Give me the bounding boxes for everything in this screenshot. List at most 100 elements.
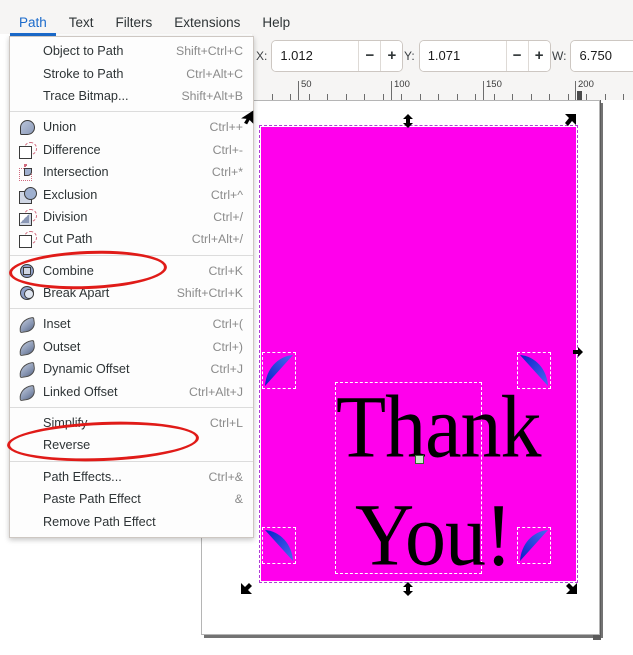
y-decrement-button[interactable]: − [505, 40, 528, 71]
x-decrement-button[interactable]: − [358, 40, 381, 71]
document-page: Thank You! [201, 100, 600, 635]
outset-icon [16, 337, 40, 357]
menu-item-stroke-to-path[interactable]: Stroke to Path Ctrl+Alt+C [10, 62, 253, 84]
intersection-icon [16, 162, 40, 182]
menu-item-label: Combine [43, 263, 94, 278]
menu-item-accel: Ctrl+L [209, 416, 243, 431]
menu-item-intersection[interactable]: Intersection Ctrl+* [10, 161, 253, 183]
inset-icon [16, 314, 40, 334]
menu-item-cut-path[interactable]: Cut Path Ctrl+Alt+/ [10, 228, 253, 250]
menu-item-label: Paste Path Effect [43, 492, 141, 507]
menu-item-accel: Ctrl+K [208, 263, 243, 278]
menu-item-label: Linked Offset [43, 384, 118, 399]
menu-item-simplify[interactable]: Simplify Ctrl+L [10, 412, 253, 434]
menu-item-accel: Ctrl+& [208, 469, 243, 484]
menu-item-accel: Ctrl+/ [213, 209, 243, 224]
ruler-major-tick [391, 81, 392, 100]
menu-item-combine[interactable]: Combine Ctrl+K [10, 260, 253, 282]
menu-item-label: Inset [43, 317, 71, 332]
menu-item-accel: Ctrl+J [210, 362, 243, 377]
menu-text[interactable]: Text [58, 14, 105, 31]
ruler-label: 50 [301, 79, 312, 90]
w-spinbox[interactable]: 6.750 [570, 39, 633, 72]
selection-toolbar: X: 1.012 − + Y: 1.071 − + W: 6.750 [252, 34, 633, 78]
menu-item-accel: Ctrl+Alt+/ [191, 232, 243, 247]
menu-item-label: Reverse [43, 438, 91, 453]
crescent-top-left[interactable] [264, 354, 294, 387]
y-increment-button[interactable]: + [527, 40, 550, 71]
exclusion-icon [16, 185, 40, 205]
crescent-bottom-left[interactable] [264, 529, 294, 562]
crescent-bottom-right-glyph [520, 530, 548, 561]
menu-item-accel: Ctrl+( [212, 317, 243, 332]
menu-item-accel: & [234, 492, 243, 507]
ruler-label: 200 [578, 79, 594, 90]
x-input[interactable]: 1.012 [272, 40, 359, 71]
menu-item-accel: Shift+Ctrl+K [176, 286, 243, 301]
menu-item-exclusion[interactable]: Exclusion Ctrl+^ [10, 183, 253, 205]
union-icon [16, 117, 40, 137]
menu-item-accel: Ctrl+* [211, 165, 243, 180]
path-dropdown-menu[interactable]: Object to Path Shift+Ctrl+C Stroke to Pa… [9, 36, 254, 538]
menu-item-accel: Ctrl++ [209, 120, 244, 135]
menu-item-label: Division [43, 209, 88, 224]
menu-item-reverse[interactable]: Reverse [10, 434, 253, 456]
menu-item-label: Dynamic Offset [43, 362, 130, 377]
x-increment-button[interactable]: + [380, 40, 403, 71]
text-thank[interactable]: Thank [336, 382, 541, 472]
menu-item-break-apart[interactable]: Break Apart Shift+Ctrl+K [10, 282, 253, 304]
w-label: W: [552, 48, 567, 63]
menu-separator-1 [10, 111, 253, 113]
menu-item-outset[interactable]: Outset Ctrl+) [10, 336, 253, 358]
x-field-group: X: 1.012 − + [256, 39, 404, 72]
menu-item-label: Union [43, 120, 77, 135]
horizontal-ruler[interactable]: 50 100 150 200 [252, 78, 633, 101]
ruler-major-tick [483, 81, 484, 100]
y-spinbox[interactable]: 1.071 − + [418, 39, 551, 72]
menu-item-trace-bitmap[interactable]: Trace Bitmap... Shift+Alt+B [10, 85, 253, 107]
y-label: Y: [404, 48, 415, 63]
w-input[interactable]: 6.750 [571, 40, 633, 71]
menu-item-accel: Ctrl+) [212, 339, 243, 354]
linked-offset-icon [16, 382, 40, 402]
crescent-bottom-right[interactable] [519, 529, 549, 562]
menu-path[interactable]: Path [8, 14, 58, 36]
menu-item-accel: Ctrl+- [212, 142, 243, 157]
menu-extensions[interactable]: Extensions [163, 14, 251, 31]
division-icon [16, 207, 40, 227]
menu-item-label: Cut Path [43, 232, 93, 247]
menu-item-path-effects[interactable]: Path Effects... Ctrl+& [10, 466, 253, 488]
menu-item-object-to-path[interactable]: Object to Path Shift+Ctrl+C [10, 40, 253, 62]
x-label: X: [256, 48, 268, 63]
mouse-cursor [241, 110, 254, 125]
menu-help[interactable]: Help [251, 14, 301, 31]
menu-item-inset[interactable]: Inset Ctrl+( [10, 313, 253, 335]
menu-item-remove-path-effect[interactable]: Remove Path Effect [10, 510, 253, 532]
difference-icon [16, 140, 40, 160]
menu-item-label: Remove Path Effect [43, 514, 156, 529]
menu-item-union[interactable]: Union Ctrl++ [10, 116, 253, 138]
cut-path-icon [16, 229, 40, 249]
menu-item-label: Trace Bitmap... [43, 88, 129, 103]
y-field-group: Y: 1.071 − + [404, 39, 551, 72]
menu-item-linked-offset[interactable]: Linked Offset Ctrl+Alt+J [10, 380, 253, 402]
menu-item-paste-path-effect[interactable]: Paste Path Effect & [10, 488, 253, 510]
menu-item-label: Break Apart [43, 286, 110, 301]
canvas-area[interactable]: Thank You! [196, 100, 633, 655]
menu-item-accel: Ctrl+Alt+C [186, 66, 243, 81]
x-spinbox[interactable]: 1.012 − + [271, 39, 404, 72]
menu-item-difference[interactable]: Difference Ctrl+- [10, 139, 253, 161]
y-input[interactable]: 1.071 [419, 40, 506, 71]
menu-filters[interactable]: Filters [105, 14, 164, 31]
text-you[interactable]: You! [355, 490, 512, 580]
menu-item-accel: Shift+Ctrl+C [176, 44, 243, 59]
node-marker [415, 455, 424, 464]
menu-bar: Path Text Filters Extensions Help [0, 0, 633, 36]
bottom-strip [0, 640, 633, 655]
menu-item-label: Exclusion [43, 187, 98, 202]
w-field-group: W: 6.750 [552, 39, 633, 72]
dynamic-offset-icon [16, 359, 40, 379]
menu-item-accel: Shift+Alt+B [181, 88, 243, 103]
menu-item-division[interactable]: Division Ctrl+/ [10, 206, 253, 228]
menu-item-dynamic-offset[interactable]: Dynamic Offset Ctrl+J [10, 358, 253, 380]
